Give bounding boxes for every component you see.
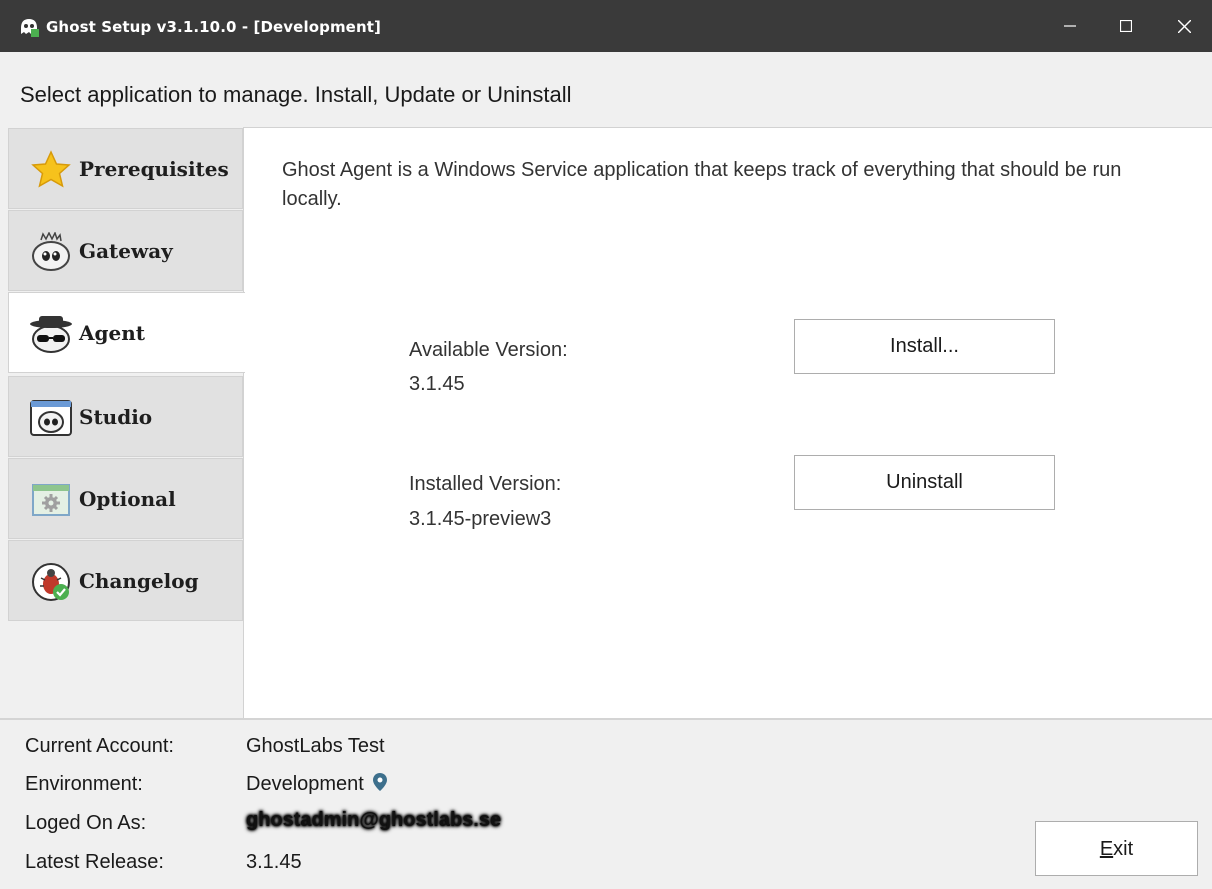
maximize-button[interactable] [1098,0,1154,52]
uninstall-button[interactable]: Uninstall [794,455,1055,510]
minimize-button[interactable] [1042,0,1098,52]
ghost-gateway-icon [32,232,70,271]
latest-release-value: 3.1.45 [246,851,302,873]
maximize-icon [1120,20,1132,32]
agent-description: Ghost Agent is a Windows Service applica… [282,159,1122,210]
content-panel [243,127,1212,719]
close-icon [1177,19,1191,33]
gear-window-icon [32,484,70,516]
exit-button-label: Exit [1099,838,1134,860]
footer-divider [0,718,1212,720]
tab-label-changelog: Changelog [79,569,199,593]
tab-label-optional: Optional [79,487,176,511]
tab-agent[interactable]: Agent [8,292,245,373]
tab-label-agent: Agent [79,321,146,345]
environment-label: Environment: [25,773,143,795]
tab-prerequisites[interactable]: Prerequisites [8,128,243,209]
window-title: Ghost Setup v3.1.10.0 - [Development] [46,18,381,36]
tab-optional[interactable]: Optional [8,458,243,539]
logged-on-as-label: Loged On As: [25,812,147,834]
title-bar: Ghost Setup v3.1.10.0 - [Development] [0,0,1212,52]
installed-version-label: Installed Version: [409,473,562,495]
tab-label-gateway: Gateway [79,239,173,263]
ghost-agent-icon [30,316,72,353]
install-button[interactable]: Install... [794,319,1055,374]
current-account-label: Current Account: [25,735,174,757]
latest-release-label: Latest Release: [25,851,164,873]
star-icon [31,150,71,188]
tab-changelog[interactable]: Changelog [8,540,243,621]
ghost-app-icon [21,19,39,37]
logged-on-as-value: ghostadmin@ghostlabs.se [246,809,502,831]
minimize-icon [1064,25,1076,27]
tab-label-prerequisites: Prerequisites [79,157,229,181]
tab-studio[interactable]: Studio [8,376,243,457]
tab-label-studio: Studio [79,405,153,429]
bug-check-icon [32,563,70,601]
environment-value: Development [246,773,364,795]
exit-button[interactable]: Exit [1035,821,1198,876]
close-button[interactable] [1156,0,1212,52]
header-instruction: Select application to manage. Install, U… [20,82,572,107]
available-version-value: 3.1.45 [409,373,465,395]
environment-field: Development [246,773,388,796]
current-account-value: GhostLabs Test [246,735,385,757]
location-pin-icon [373,773,388,791]
installed-version-value: 3.1.45-preview3 [409,508,552,530]
ghost-studio-icon [30,400,72,436]
tab-gateway[interactable]: Gateway [8,210,243,291]
available-version-label: Available Version: [409,339,568,361]
